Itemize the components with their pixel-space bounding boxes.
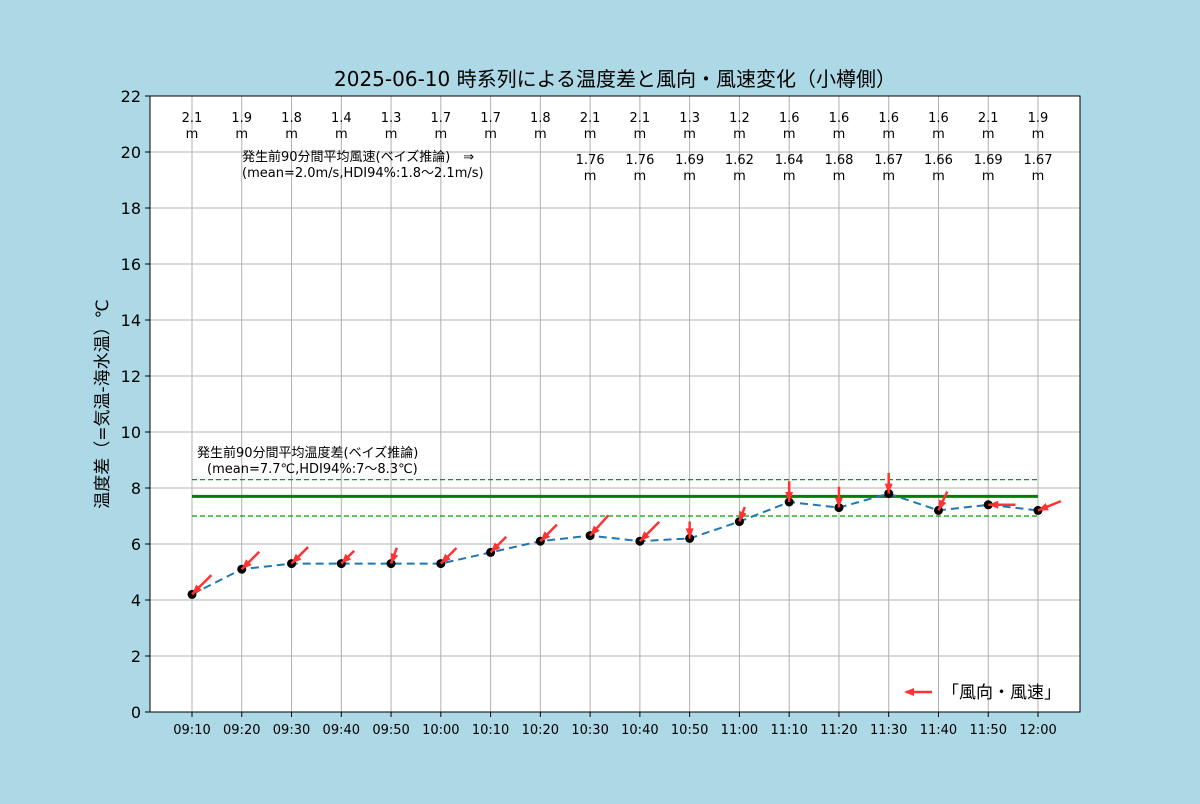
wind-speed-unit: m: [634, 127, 647, 142]
wind-speed-label: 1.6: [928, 111, 949, 126]
second-row-unit: m: [584, 169, 597, 184]
wind-annotation-line2: (mean=2.0m/s,HDI94%:1.8〜2.1m/s): [242, 166, 484, 181]
x-tick-label: 11:00: [721, 723, 758, 738]
wind-speed-label: 1.7: [430, 111, 451, 126]
y-tick-label: 2: [131, 647, 141, 666]
second-row-label: 1.69: [675, 153, 704, 168]
plot-area: [150, 96, 1080, 712]
y-tick-label: 16: [121, 255, 141, 274]
second-row-label: 1.76: [625, 153, 654, 168]
second-row-label: 1.66: [924, 153, 953, 168]
wind-speed-unit: m: [783, 127, 796, 142]
wind-speed-unit: m: [932, 127, 945, 142]
wind-speed-unit: m: [833, 127, 846, 142]
wind-speed-label: 2.1: [182, 111, 203, 126]
wind-speed-label: 1.9: [1028, 111, 1049, 126]
second-row-unit: m: [1032, 169, 1045, 184]
wind-speed-unit: m: [534, 127, 547, 142]
wind-speed-label: 1.9: [231, 111, 252, 126]
x-tick-label: 11:20: [820, 723, 857, 738]
x-tick-label: 11:50: [970, 723, 1007, 738]
wind-speed-label: 2.1: [978, 111, 999, 126]
legend-label: 「風向・風速」: [942, 683, 1061, 703]
second-row-label: 1.64: [775, 153, 804, 168]
x-tick-label: 10:20: [522, 723, 559, 738]
wind-speed-unit: m: [434, 127, 447, 142]
second-row-label: 1.62: [725, 153, 754, 168]
y-tick-label: 6: [131, 535, 141, 554]
x-tick-label: 10:50: [671, 723, 708, 738]
wind-speed-label: 1.6: [779, 111, 800, 126]
x-tick-label: 12:00: [1019, 723, 1056, 738]
chart: 2025-06-10 時系列による温度差と風向・風速変化（小樽側） 2.1m1.…: [93, 67, 1081, 738]
second-row-unit: m: [683, 169, 696, 184]
second-row-label: 1.67: [874, 153, 903, 168]
y-tick-label: 14: [121, 311, 141, 330]
wind-speed-unit: m: [584, 127, 597, 142]
y-tick-label: 12: [121, 367, 141, 386]
x-tick-label: 11:10: [770, 723, 807, 738]
x-tick-label: 09:30: [273, 723, 310, 738]
x-tick-label: 10:10: [472, 723, 509, 738]
wind-speed-label: 1.6: [829, 111, 850, 126]
wind-speed-label: 2.1: [630, 111, 651, 126]
temp-annotation-line1: 発生前90分間平均温度差(ベイズ推論): [197, 445, 418, 461]
wind-speed-unit: m: [186, 127, 199, 142]
second-row-label: 1.69: [974, 153, 1003, 168]
y-tick-label: 18: [121, 199, 141, 218]
x-tick-label: 10:30: [571, 723, 608, 738]
y-axis-label: 温度差（=気温-海水温）℃: [93, 299, 113, 508]
temp-annotation-line2: (mean=7.7℃,HDI94%:7〜8.3℃): [207, 462, 418, 477]
wind-annotation-line1: 発生前90分間平均風速(ベイズ推論) ⇒: [242, 149, 474, 165]
second-row-unit: m: [932, 169, 945, 184]
wind-speed-label: 1.8: [281, 111, 302, 126]
second-row-unit: m: [783, 169, 796, 184]
second-row-unit: m: [833, 169, 846, 184]
wind-speed-unit: m: [982, 127, 995, 142]
y-tick-label: 0: [131, 703, 141, 722]
x-tick-label: 09:50: [372, 723, 409, 738]
wind-speed-label: 1.6: [878, 111, 899, 126]
wind-speed-unit: m: [285, 127, 298, 142]
wind-speed-unit: m: [484, 127, 497, 142]
second-row-unit: m: [982, 169, 995, 184]
wind-speed-label: 1.2: [729, 111, 750, 126]
second-row-unit: m: [733, 169, 746, 184]
y-tick-label: 4: [131, 591, 141, 610]
wind-speed-label: 2.1: [580, 111, 601, 126]
wind-speed-label: 1.3: [381, 111, 402, 126]
second-row-label: 1.68: [824, 153, 853, 168]
wind-speed-label: 1.8: [530, 111, 551, 126]
x-tick-label: 09:20: [223, 723, 260, 738]
x-tick-label: 10:00: [422, 723, 459, 738]
x-tick-label: 09:10: [173, 723, 210, 738]
chart-title: 2025-06-10 時系列による温度差と風向・風速変化（小樽側）: [334, 67, 896, 91]
y-tick-label: 22: [121, 87, 141, 106]
second-row-label: 1.76: [576, 153, 605, 168]
wind-speed-label: 1.3: [679, 111, 700, 126]
wind-speed-label: 1.4: [331, 111, 352, 126]
second-row-label: 1.67: [1024, 153, 1053, 168]
wind-speed-unit: m: [385, 127, 398, 142]
wind-speed-unit: m: [1032, 127, 1045, 142]
wind-speed-unit: m: [882, 127, 895, 142]
second-row-unit: m: [634, 169, 647, 184]
y-tick-label: 8: [131, 479, 141, 498]
wind-speed-unit: m: [235, 127, 248, 142]
second-row-unit: m: [882, 169, 895, 184]
x-tick-label: 10:40: [621, 723, 658, 738]
wind-speed-unit: m: [733, 127, 746, 142]
wind-speed-unit: m: [335, 127, 348, 142]
x-tick-label: 09:40: [323, 723, 360, 738]
y-tick-label: 10: [121, 423, 141, 442]
x-tick-label: 11:30: [870, 723, 907, 738]
wind-speed-unit: m: [683, 127, 696, 142]
wind-speed-label: 1.7: [480, 111, 501, 126]
x-tick-label: 11:40: [920, 723, 957, 738]
y-tick-label: 20: [121, 143, 141, 162]
